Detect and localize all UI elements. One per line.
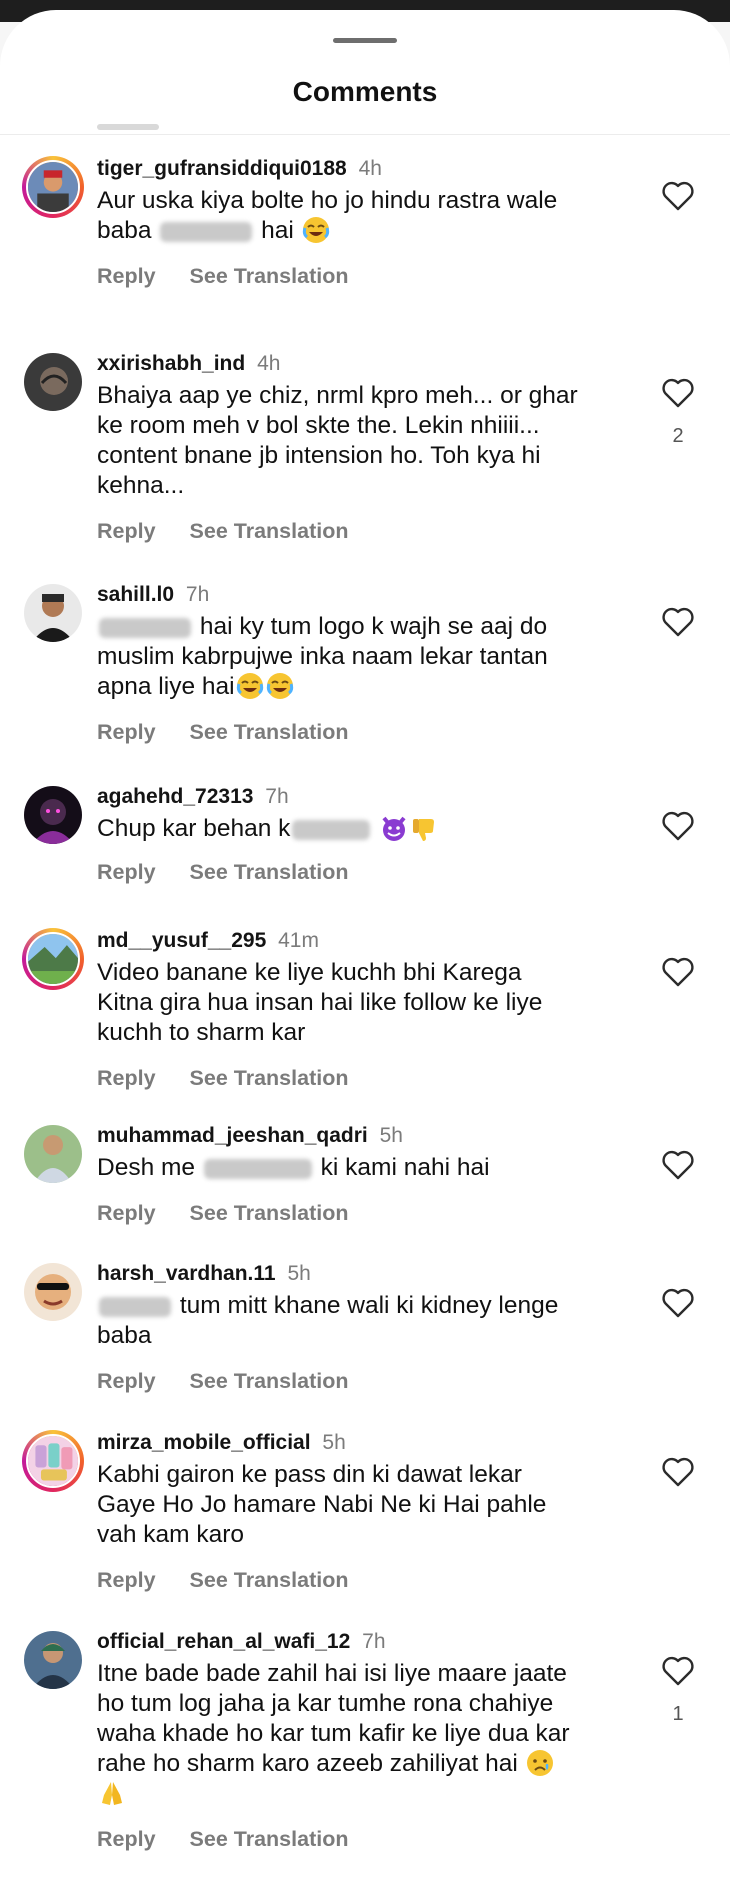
comment-text: Kabhi gairon ke pass din ki dawat lekar … bbox=[97, 1461, 547, 1548]
see-translation-link[interactable]: See Translation bbox=[190, 1827, 349, 1851]
comment-time: 7h bbox=[362, 1630, 386, 1653]
comment-text: Aur uska kiya bolte ho jo hindu rastra w… bbox=[97, 187, 558, 244]
comment-username[interactable]: agahehd_72313 bbox=[97, 785, 253, 808]
reply-button[interactable]: Reply bbox=[97, 720, 156, 744]
comment-text: Itne bade bade zahil hai isi liye maare … bbox=[97, 1659, 637, 1809]
avatar-image bbox=[24, 353, 82, 411]
folded-hands-icon bbox=[98, 1779, 126, 1807]
comment-text: Bhaiya aap ye chiz, nrml kpro meh... or … bbox=[97, 382, 578, 499]
heart-outline-icon[interactable] bbox=[661, 180, 695, 212]
comment-text: tum mitt khane wali ki kidney lenge baba bbox=[97, 1292, 559, 1349]
comment-time: 5h bbox=[287, 1262, 311, 1285]
see-translation-link[interactable]: See Translation bbox=[190, 860, 349, 884]
avatar-image bbox=[24, 1631, 82, 1689]
see-translation-link[interactable]: See Translation bbox=[190, 1066, 349, 1090]
reply-button[interactable]: Reply bbox=[97, 519, 156, 543]
see-translation-link[interactable]: See Translation bbox=[190, 1568, 349, 1592]
comment-time: 5h bbox=[322, 1431, 346, 1454]
smiling-face-with-horns-icon bbox=[380, 814, 408, 842]
partially-hidden-comment bbox=[97, 124, 159, 130]
comment-text: hai ky tum logo k wajh se aaj do muslim … bbox=[97, 613, 548, 700]
avatar-image bbox=[24, 1125, 82, 1183]
reply-button[interactable]: Reply bbox=[97, 860, 156, 884]
heart-outline-icon[interactable] bbox=[661, 810, 695, 842]
reply-button[interactable]: Reply bbox=[97, 1827, 156, 1851]
comment-username[interactable]: mirza_mobile_official bbox=[97, 1431, 311, 1454]
blurred-word bbox=[292, 819, 371, 840]
comment-time: 7h bbox=[185, 583, 210, 606]
crying-face-icon bbox=[526, 1749, 554, 1777]
comment-time: 5h bbox=[379, 1124, 403, 1147]
heart-outline-icon[interactable] bbox=[661, 956, 695, 988]
reply-button[interactable]: Reply bbox=[97, 1066, 156, 1090]
avatar-image bbox=[26, 932, 80, 986]
avatar[interactable] bbox=[22, 156, 84, 218]
thumbs-down-icon bbox=[410, 814, 438, 842]
reply-button[interactable]: Reply bbox=[97, 264, 156, 288]
reply-button[interactable]: Reply bbox=[97, 1201, 156, 1225]
sheet-title: Comments bbox=[292, 76, 438, 107]
reply-button[interactable]: Reply bbox=[97, 1369, 156, 1393]
comment-text: Video banane ke liye kuchh bhi Karega Ki… bbox=[97, 959, 543, 1046]
avatar[interactable] bbox=[22, 351, 84, 413]
face-with-tears-of-joy-icon bbox=[236, 672, 264, 700]
blurred-word bbox=[99, 617, 191, 638]
comment-username[interactable]: xxirishabh_ind bbox=[97, 352, 245, 375]
comments-sheet: Comments bbox=[0, 10, 730, 1900]
avatar-image bbox=[26, 1434, 80, 1488]
avatar-image bbox=[24, 1263, 82, 1321]
comment-username[interactable]: tiger_gufransiddiqui0188 bbox=[97, 157, 347, 180]
avatar[interactable] bbox=[22, 1261, 84, 1323]
comment-username[interactable]: md__yusuf__295 bbox=[97, 929, 266, 952]
reply-button[interactable]: Reply bbox=[97, 1568, 156, 1592]
comment-time: 4h bbox=[257, 352, 281, 375]
comment-username[interactable]: official_rehan_al_wafi_12 bbox=[97, 1630, 350, 1653]
see-translation-link[interactable]: See Translation bbox=[190, 519, 349, 543]
comment-text: Chup kar behan k bbox=[97, 814, 637, 844]
avatar[interactable] bbox=[22, 928, 84, 990]
see-translation-link[interactable]: See Translation bbox=[190, 1369, 349, 1393]
avatar-image bbox=[24, 584, 82, 642]
avatar[interactable] bbox=[22, 1430, 84, 1492]
comment-username[interactable]: harsh_vardhan.11 bbox=[97, 1262, 276, 1285]
like-count: 2 bbox=[672, 425, 684, 447]
avatar-image bbox=[24, 786, 82, 844]
header-divider bbox=[0, 134, 730, 135]
avatar[interactable] bbox=[22, 1629, 84, 1691]
blurred-word bbox=[203, 1158, 312, 1179]
heart-outline-icon[interactable] bbox=[661, 1287, 695, 1319]
avatar[interactable] bbox=[22, 1123, 84, 1185]
comment-username[interactable]: muhammad_jeeshan_qadri bbox=[97, 1124, 368, 1147]
heart-outline-icon[interactable] bbox=[661, 1655, 695, 1687]
comment-username[interactable]: sahill.l0 bbox=[97, 583, 174, 606]
comment-text: Desh me ki kami nahi hai bbox=[97, 1154, 490, 1181]
see-translation-link[interactable]: See Translation bbox=[190, 720, 349, 744]
comment-time: 41m bbox=[278, 929, 319, 952]
see-translation-link[interactable]: See Translation bbox=[190, 264, 349, 288]
heart-outline-icon[interactable] bbox=[661, 606, 695, 638]
blurred-word bbox=[160, 221, 253, 242]
face-with-tears-of-joy-icon bbox=[302, 216, 330, 244]
avatar[interactable] bbox=[22, 582, 84, 644]
avatar-image bbox=[26, 160, 80, 214]
blurred-word bbox=[99, 1296, 171, 1317]
heart-outline-icon[interactable] bbox=[661, 377, 695, 409]
avatar[interactable] bbox=[22, 784, 84, 846]
comment-time: 4h bbox=[358, 157, 382, 180]
drag-handle[interactable] bbox=[333, 38, 397, 43]
heart-outline-icon[interactable] bbox=[661, 1456, 695, 1488]
comment-time: 7h bbox=[265, 785, 289, 808]
face-with-tears-of-joy-icon bbox=[266, 672, 294, 700]
see-translation-link[interactable]: See Translation bbox=[190, 1201, 349, 1225]
heart-outline-icon[interactable] bbox=[661, 1149, 695, 1181]
like-count: 1 bbox=[672, 1703, 684, 1725]
